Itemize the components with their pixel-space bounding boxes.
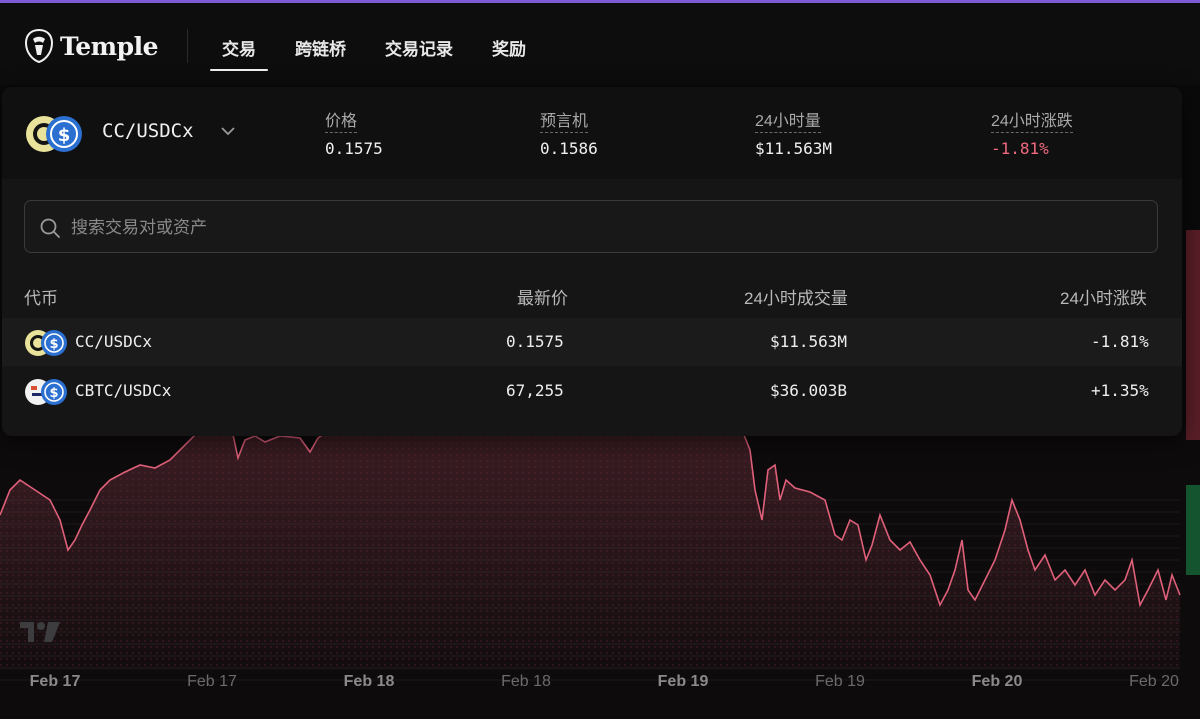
row-pair: CBTC/USDCx bbox=[75, 381, 172, 400]
chevron-down-icon[interactable] bbox=[218, 121, 238, 141]
stat-price: 价格 0.1575 bbox=[325, 107, 383, 158]
x-axis-tick-label: Feb 18 bbox=[344, 673, 395, 690]
stat-value: -1.81% bbox=[991, 139, 1049, 158]
svg-text:$: $ bbox=[49, 337, 58, 352]
svg-text:$: $ bbox=[58, 125, 71, 146]
row-price: 0.1575 bbox=[506, 332, 564, 351]
x-axis-tick-label: Feb 20 bbox=[1129, 673, 1179, 690]
search-icon bbox=[40, 218, 60, 238]
x-axis-tick-label: Feb 17 bbox=[187, 673, 237, 690]
column-header-24h-volume[interactable]: 24小时成交量 bbox=[744, 284, 848, 309]
price-chart-canvas: Feb 17 Feb 17 Feb 18 Feb 18 Feb 19 Feb 19 Feb … bbox=[0, 430, 1181, 690]
stat-value: 0.1575 bbox=[325, 139, 383, 158]
row-change: +1.35% bbox=[1091, 381, 1149, 400]
stat-value: 0.1586 bbox=[540, 139, 598, 158]
row-volume: $11.563M bbox=[770, 332, 848, 351]
market-summary-bar: $ CC/USDCx 价格 0.1575 预言机 0.1586 24小时量 $1… bbox=[2, 87, 1182, 179]
cc-usdc-icon: $ bbox=[25, 330, 67, 356]
top-header: Temple 交易 跨链桥 交易记录 奖励 bbox=[0, 3, 1200, 85]
x-axis-tick-label: Feb 20 bbox=[972, 673, 1023, 690]
x-axis-tick-label: Feb 17 bbox=[30, 673, 81, 690]
market-row[interactable]: $ CBTC/USDCx 67,255 $36.003B +1.35% bbox=[2, 367, 1182, 415]
search-input[interactable] bbox=[69, 201, 1143, 254]
tradingview-logo-icon bbox=[20, 622, 60, 642]
cc-usdc-pair-icon: $ bbox=[26, 116, 82, 152]
row-pair: CC/USDCx bbox=[75, 332, 153, 351]
selected-pair-name[interactable]: CC/USDCx bbox=[102, 120, 194, 142]
stat-label[interactable]: 24小时量 bbox=[755, 107, 821, 133]
row-price: 67,255 bbox=[506, 381, 564, 400]
stat-24h-volume: 24小时量 $11.563M bbox=[755, 107, 832, 158]
cbtc-usdc-icon: $ bbox=[25, 379, 67, 405]
stat-value: $11.563M bbox=[755, 139, 833, 158]
stat-label[interactable]: 预言机 bbox=[540, 107, 589, 133]
nav-trade[interactable]: 交易 bbox=[210, 33, 268, 71]
temple-logo-icon bbox=[24, 29, 54, 63]
stat-label[interactable]: 价格 bbox=[325, 107, 358, 133]
right-volume-strip bbox=[1186, 230, 1200, 575]
header-divider bbox=[187, 29, 188, 63]
nav-bridge[interactable]: 跨链桥 bbox=[283, 33, 358, 69]
column-header-token: 代币 bbox=[24, 289, 58, 308]
stat-oracle: 预言机 0.1586 bbox=[540, 107, 598, 158]
stat-label[interactable]: 24小时涨跌 bbox=[991, 107, 1073, 133]
market-row[interactable]: $ CC/USDCx 0.1575 $11.563M -1.81% bbox=[2, 318, 1182, 366]
search-box bbox=[24, 200, 1158, 254]
row-volume: $36.003B bbox=[770, 381, 848, 400]
brand-logo[interactable]: Temple bbox=[24, 29, 158, 63]
nav-history[interactable]: 交易记录 bbox=[373, 33, 465, 69]
market-selector-panel: $ CC/USDCx 价格 0.1575 预言机 0.1586 24小时量 $1… bbox=[2, 87, 1182, 436]
svg-text:$: $ bbox=[49, 386, 58, 401]
x-axis-tick-label: Feb 19 bbox=[658, 673, 709, 690]
stat-24h-change: 24小时涨跌 -1.81% bbox=[991, 107, 1073, 158]
column-header-last-price[interactable]: 最新价 bbox=[517, 284, 568, 309]
chart-area-dots bbox=[0, 430, 1180, 670]
column-header-24h-change[interactable]: 24小时涨跌 bbox=[1060, 284, 1147, 309]
nav-rewards[interactable]: 奖励 bbox=[480, 33, 538, 69]
brand-name: Temple bbox=[60, 31, 158, 61]
price-chart[interactable]: Feb 17 Feb 17 Feb 18 Feb 18 Feb 19 Feb 19 Feb … bbox=[0, 430, 1200, 719]
x-axis-tick-label: Feb 18 bbox=[501, 673, 551, 690]
main-nav: 交易 跨链桥 交易记录 奖励 bbox=[210, 33, 553, 71]
x-axis-tick-label: Feb 19 bbox=[815, 673, 865, 690]
row-change: -1.81% bbox=[1091, 332, 1149, 351]
